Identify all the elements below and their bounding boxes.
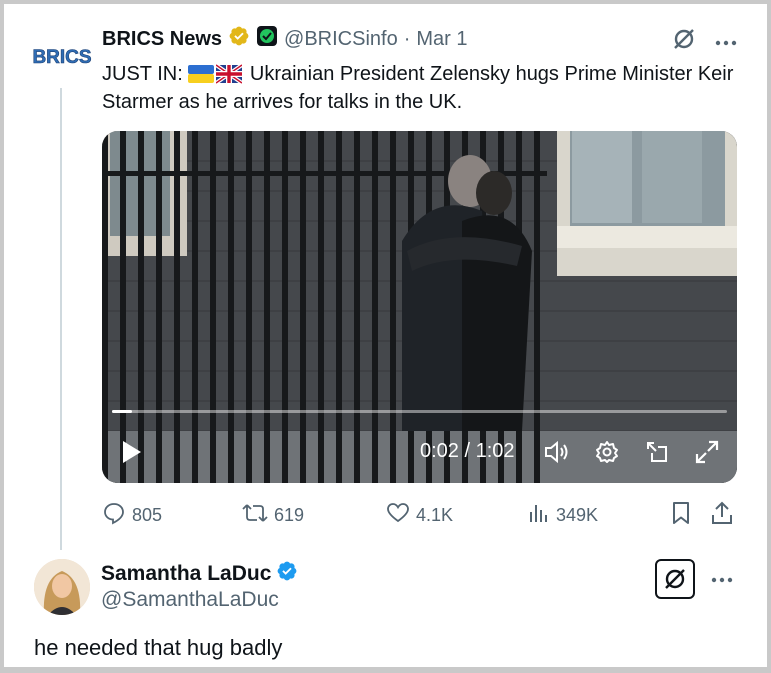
quoted-tweet-actions <box>671 26 737 57</box>
like-action[interactable]: 4.1K <box>386 500 453 530</box>
ukraine-flag-icon <box>188 65 215 83</box>
grok-icon[interactable] <box>655 559 695 599</box>
verified-blue-icon <box>276 560 298 588</box>
tweet-frame: BRICS BRICS News @BRICSinfo · Mar 1 JUST… <box>4 4 767 667</box>
settings-icon[interactable] <box>594 439 620 470</box>
separator-dot: · <box>403 27 411 50</box>
reply-text: he needed that hug badly <box>34 635 283 660</box>
more-icon[interactable] <box>715 33 737 51</box>
video-progress-bar[interactable] <box>112 410 727 413</box>
tweet-date[interactable]: Mar 1 <box>416 28 467 51</box>
views-count: 349K <box>556 504 599 525</box>
engagement-bar: 805 619 4.1K 349K <box>102 500 742 530</box>
thread-line <box>60 88 62 550</box>
bookmark-icon <box>670 500 692 531</box>
tweet-text-prefix: JUST IN: <box>102 63 183 85</box>
reply-avatar[interactable] <box>34 559 90 615</box>
reply-count: 805 <box>132 504 163 525</box>
reply-action[interactable]: 805 <box>102 500 162 530</box>
like-icon <box>386 501 410 530</box>
uk-flag-icon <box>216 64 243 84</box>
bookmark-action[interactable] <box>670 500 692 530</box>
views-action[interactable]: 349K <box>528 500 598 530</box>
author-handle[interactable]: @BRICSinfo <box>284 28 398 51</box>
brics-avatar[interactable]: BRICS <box>32 36 92 76</box>
video-progress-fill <box>112 410 132 413</box>
like-count: 4.1K <box>416 504 454 525</box>
share-action[interactable] <box>710 500 734 530</box>
repost-action[interactable]: 619 <box>242 500 304 530</box>
video-frame <box>102 131 737 483</box>
views-icon <box>528 501 550 530</box>
fullscreen-icon[interactable] <box>694 439 720 470</box>
verified-gold-icon <box>228 25 250 53</box>
repost-icon <box>242 501 268 530</box>
more-icon[interactable] <box>711 570 733 588</box>
pip-icon[interactable] <box>644 439 670 470</box>
author-name[interactable]: BRICS News <box>102 28 222 51</box>
reply-actions <box>655 559 733 599</box>
brics-logo-text: BRICS <box>32 47 91 68</box>
share-icon <box>710 500 734 531</box>
tweet-text: JUST IN: Ukrainian President Zelensky hu… <box>102 60 742 116</box>
reply-author-row: Samantha LaDuc <box>101 560 298 588</box>
reply-author-handle[interactable]: @SamanthaLaDuc <box>101 588 279 612</box>
video-time: 0:02 / 1:02 <box>420 440 515 462</box>
reply-icon <box>102 501 126 530</box>
quoted-tweet-header: BRICS News @BRICSinfo · Mar 1 <box>102 26 468 52</box>
repost-count: 619 <box>274 504 305 525</box>
video-player[interactable]: 0:02 / 1:02 <box>102 131 737 483</box>
reply-author-name[interactable]: Samantha LaDuc <box>101 562 271 586</box>
bot-badge-icon <box>256 25 278 53</box>
play-icon[interactable] <box>120 439 144 470</box>
grok-icon[interactable] <box>671 26 697 57</box>
volume-icon[interactable] <box>543 439 571 470</box>
